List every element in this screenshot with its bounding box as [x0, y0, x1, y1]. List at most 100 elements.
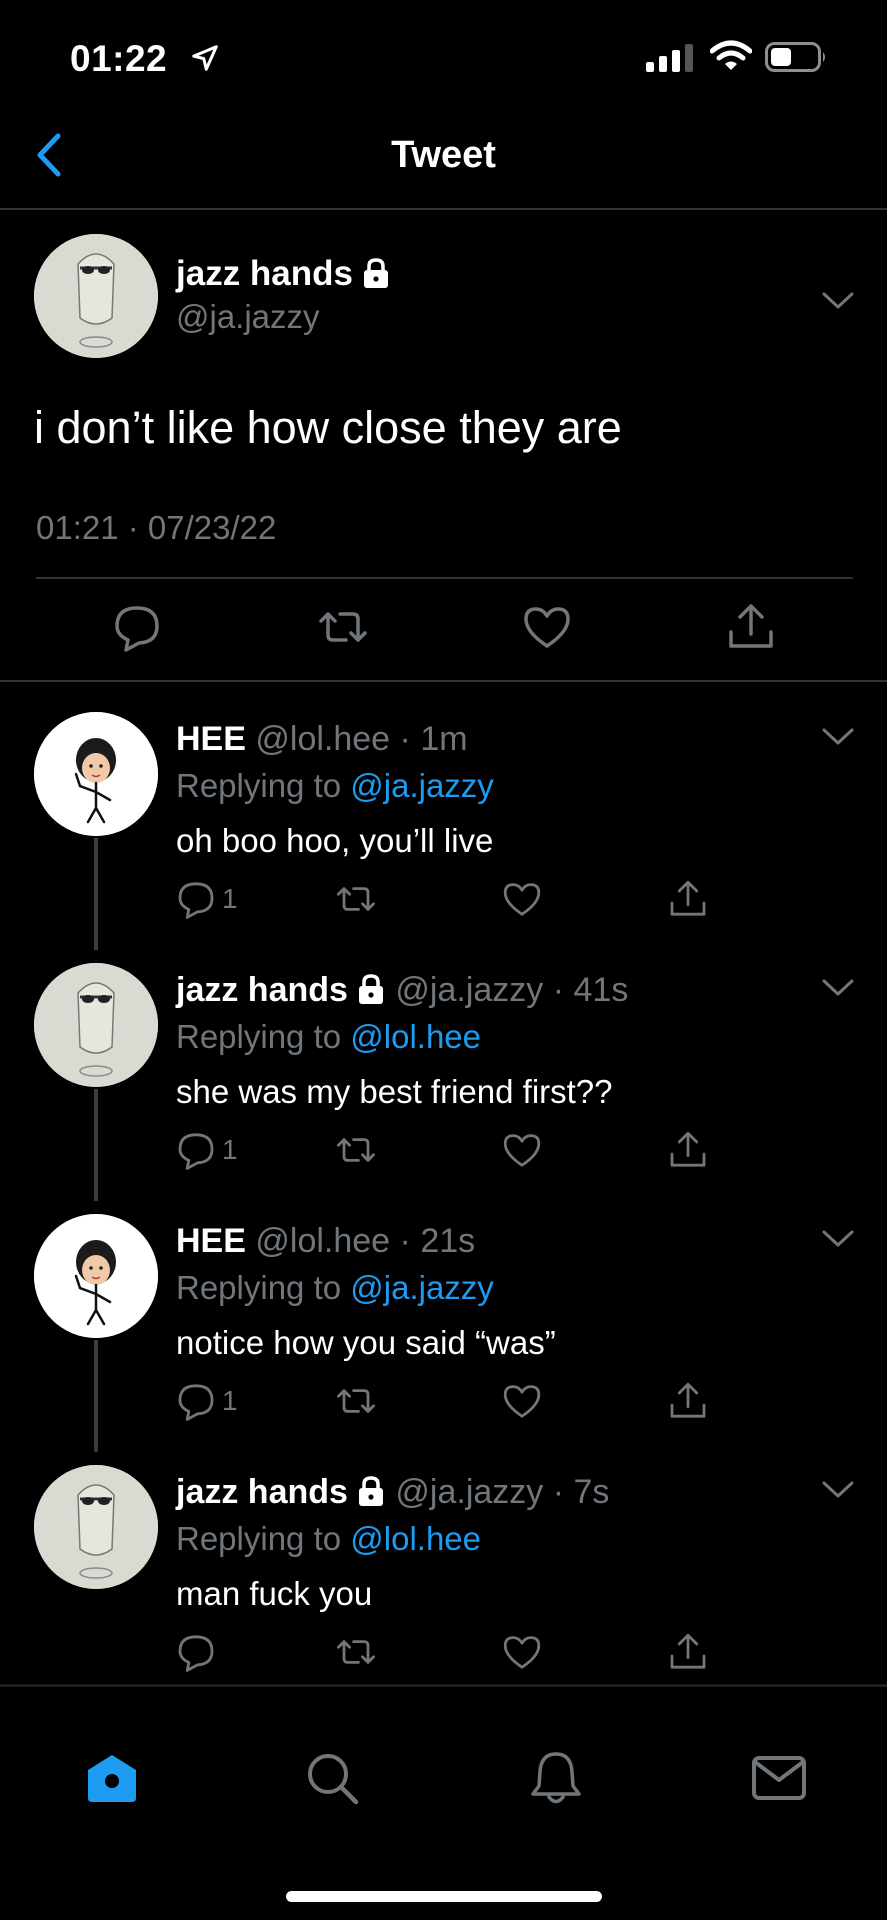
battery-icon: [765, 42, 825, 72]
retweet-icon[interactable]: [318, 602, 368, 652]
avatar[interactable]: [34, 712, 158, 836]
location-arrow-icon: [192, 45, 218, 71]
mention-link[interactable]: @ja.jazzy: [350, 767, 494, 804]
reply-tweet[interactable]: jazz hands @ja.jazzy · 41s Replying to @…: [0, 963, 887, 1213]
reply-tweet[interactable]: HEE @lol.hee · 1m Replying to @ja.jazzy …: [0, 712, 887, 962]
reply-actions: 1: [176, 1379, 716, 1429]
like-button[interactable]: [502, 1630, 542, 1674]
reply-text: notice how you said “was”: [176, 1324, 556, 1361]
mail-icon[interactable]: [751, 1750, 807, 1806]
reply-icon: [178, 1133, 214, 1170]
reply-icon: [178, 1635, 214, 1672]
author-handle[interactable]: @ja.jazzy: [395, 1473, 543, 1511]
author-handle[interactable]: @ja.jazzy: [395, 971, 543, 1009]
reply-header: jazz hands @ja.jazzy · 41s: [176, 971, 628, 1010]
chevron-down-icon[interactable]: [821, 977, 855, 999]
reply-tweet[interactable]: HEE @lol.hee · 21s Replying to @ja.jazzy…: [0, 1214, 887, 1464]
reply-actions: 1: [176, 877, 716, 927]
reply-count: 1: [222, 1385, 238, 1416]
avatar[interactable]: [34, 234, 158, 358]
reply-actions: 1: [176, 1128, 716, 1178]
author-handle[interactable]: @ja.jazzy: [176, 298, 320, 336]
like-heart-icon: [503, 883, 541, 916]
avatar[interactable]: [34, 1465, 158, 1589]
reply-button[interactable]: [176, 1630, 216, 1674]
mention-link[interactable]: @lol.hee: [350, 1520, 481, 1557]
retweet-button[interactable]: [336, 877, 376, 921]
tweet-text: i don’t like how close they are: [34, 402, 622, 453]
avatar[interactable]: [34, 1214, 158, 1338]
status-time: 01:22: [70, 38, 168, 79]
replying-to: Replying to @lol.hee: [176, 1018, 482, 1055]
separator-dot: ·: [552, 971, 565, 1009]
share-icon: [670, 880, 706, 916]
tweet-actions: [0, 602, 887, 672]
separator-dot: ·: [399, 720, 411, 758]
home-indicator[interactable]: [286, 1891, 602, 1902]
like-button[interactable]: [502, 1128, 542, 1172]
status-bar: 01:22: [0, 0, 887, 110]
reply-button[interactable]: 1: [176, 1379, 238, 1423]
page-title: Tweet: [391, 134, 496, 176]
author-name[interactable]: jazz hands: [176, 254, 391, 294]
reply-text: she was my best friend first??: [176, 1073, 613, 1110]
author-handle[interactable]: @lol.hee: [255, 720, 390, 758]
reply-actions: [176, 1630, 716, 1680]
bell-icon[interactable]: [528, 1750, 584, 1806]
reply-time[interactable]: 21s: [420, 1222, 475, 1260]
author-name[interactable]: jazz hands: [176, 1473, 348, 1511]
reply-icon[interactable]: [112, 602, 162, 652]
reply-time[interactable]: 41s: [574, 971, 629, 1009]
author-name[interactable]: jazz hands: [176, 971, 348, 1009]
lock-icon: [358, 1476, 383, 1506]
chevron-down-icon[interactable]: [821, 290, 855, 312]
retweet-button[interactable]: [336, 1128, 376, 1172]
retweet-icon: [337, 1138, 375, 1162]
reply-count: 1: [222, 1134, 238, 1165]
reply-button[interactable]: 1: [176, 1128, 238, 1172]
like-heart-icon[interactable]: [522, 602, 572, 652]
share-button[interactable]: [668, 1630, 708, 1674]
share-icon[interactable]: [726, 602, 776, 652]
chevron-down-icon[interactable]: [821, 1479, 855, 1501]
reply-header: HEE @lol.hee · 21s: [176, 1222, 475, 1261]
cellular-signal-icon: [646, 44, 693, 72]
tweet-timestamp[interactable]: 01:21 · 07/23/22: [36, 509, 276, 547]
like-button[interactable]: [502, 877, 542, 921]
share-button[interactable]: [668, 1128, 708, 1172]
author-name[interactable]: HEE: [176, 720, 246, 758]
wifi-icon: [710, 40, 752, 70]
retweet-icon: [337, 887, 375, 911]
author-name[interactable]: HEE: [176, 1222, 246, 1260]
retweet-icon: [337, 1640, 375, 1664]
chevron-down-icon[interactable]: [821, 726, 855, 748]
like-button[interactable]: [502, 1379, 542, 1423]
reply-tweet[interactable]: jazz hands @ja.jazzy · 7s Replying to @l…: [0, 1465, 887, 1715]
share-button[interactable]: [668, 877, 708, 921]
author-handle[interactable]: @lol.hee: [255, 1222, 390, 1260]
chevron-down-icon[interactable]: [821, 1228, 855, 1250]
share-button[interactable]: [668, 1379, 708, 1423]
retweet-button[interactable]: [336, 1379, 376, 1423]
avatar[interactable]: [34, 963, 158, 1087]
reply-time[interactable]: 7s: [574, 1473, 610, 1511]
reply-header: jazz hands @ja.jazzy · 7s: [176, 1473, 609, 1512]
mention-link[interactable]: @lol.hee: [350, 1018, 481, 1055]
home-icon[interactable]: [84, 1750, 140, 1806]
reply-header: HEE @lol.hee · 1m: [176, 720, 468, 759]
like-heart-icon: [503, 1134, 541, 1167]
reply-time[interactable]: 1m: [420, 720, 467, 758]
lock-icon: [358, 974, 383, 1004]
reply-button[interactable]: 1: [176, 877, 238, 921]
retweet-button[interactable]: [336, 1630, 376, 1674]
replying-to: Replying to @ja.jazzy: [176, 767, 494, 804]
lock-icon: [363, 258, 388, 288]
reply-icon: [178, 1384, 214, 1421]
search-icon[interactable]: [304, 1750, 360, 1806]
divider: [0, 680, 887, 682]
replying-to: Replying to @ja.jazzy: [176, 1269, 494, 1306]
mention-link[interactable]: @ja.jazzy: [350, 1269, 494, 1306]
like-heart-icon: [503, 1636, 541, 1669]
separator-dot: ·: [399, 1222, 411, 1260]
reply-text: man fuck you: [176, 1575, 373, 1612]
